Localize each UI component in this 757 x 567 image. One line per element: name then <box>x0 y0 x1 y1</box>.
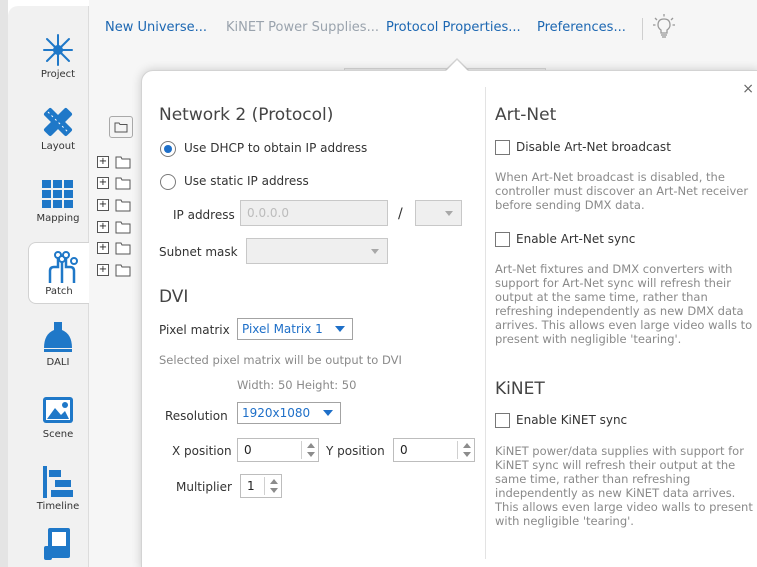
sidebar-item-timeline[interactable]: Timeline <box>22 458 94 518</box>
sidebar-item-label: Scene <box>42 429 74 440</box>
pixel-matrix-dropdown[interactable]: Pixel Matrix 1 <box>237 318 353 340</box>
sidebar-item-label: Timeline <box>36 501 80 512</box>
menu-kinet-power-supplies: KiNET Power Supplies... <box>226 20 379 35</box>
pixel-matrix-size: Width: 50 Height: 50 <box>237 378 357 392</box>
enable-artnet-sync-checkbox[interactable] <box>495 232 510 247</box>
tree-row[interactable]: + <box>97 219 137 235</box>
sidebar-item-label: Layout <box>41 141 75 152</box>
sidebar-item-label: DALI <box>46 357 70 368</box>
sidebar-item-scene[interactable]: Scene <box>22 386 94 446</box>
device-icon <box>44 528 70 560</box>
disable-artnet-broadcast-label[interactable]: Disable Art-Net broadcast <box>516 140 671 154</box>
sidebar: Project Layout Mapping Patch DALI Scene … <box>8 6 95 567</box>
static-ip-label[interactable]: Use static IP address <box>184 174 309 188</box>
y-position-stepper[interactable]: 0 <box>393 438 475 462</box>
patch-icon <box>48 251 78 283</box>
enable-kinet-sync-checkbox[interactable] <box>495 413 510 428</box>
pixel-matrix-label: Pixel matrix <box>159 323 230 337</box>
prefix-combo[interactable] <box>415 200 462 226</box>
ip-address-field[interactable]: 0.0.0.0 <box>240 200 388 226</box>
sidebar-item-label: Project <box>40 69 76 80</box>
sidebar-item-mapping[interactable]: Mapping <box>22 170 94 230</box>
close-icon[interactable]: × <box>742 81 754 97</box>
dvi-output-note: Selected pixel matrix will be output to … <box>159 353 402 367</box>
mapping-icon <box>42 180 73 208</box>
disable-artnet-broadcast-checkbox[interactable] <box>495 140 510 155</box>
dhcp-radio[interactable] <box>160 141 176 157</box>
subnet-mask-combo[interactable] <box>246 238 388 264</box>
tree-row[interactable]: + <box>97 175 137 191</box>
resolution-dropdown[interactable]: 1920x1080 <box>237 402 341 424</box>
artnet-sync-note: Art-Net fixtures and DMX converters with… <box>495 262 753 346</box>
menu-protocol-properties[interactable]: Protocol Properties... <box>386 20 521 35</box>
scene-icon <box>43 397 73 423</box>
dvi-title: DVI <box>159 287 189 307</box>
project-icon <box>43 34 73 66</box>
sidebar-item-patch[interactable]: Patch <box>28 242 95 304</box>
window-edge <box>0 0 8 567</box>
sidebar-item-label: Mapping <box>36 213 80 224</box>
network-title: Network 2 (Protocol) <box>159 105 334 125</box>
multiplier-stepper[interactable]: 1 <box>240 474 282 498</box>
menu-preferences[interactable]: Preferences... <box>537 20 626 35</box>
app-window: Project Layout Mapping Patch DALI Scene … <box>0 0 757 567</box>
subnet-mask-label: Subnet mask <box>159 245 238 259</box>
sidebar-item-project[interactable]: Project <box>22 26 94 86</box>
menu-new-universe[interactable]: New Universe... <box>105 20 207 35</box>
ip-separator: / <box>398 206 403 222</box>
y-position-label: Y position <box>326 444 385 458</box>
enable-kinet-sync-label[interactable]: Enable KiNET sync <box>516 413 627 427</box>
multiplier-label: Multiplier <box>176 480 232 494</box>
static-ip-radio[interactable] <box>160 174 176 190</box>
ip-address-label: IP address <box>173 208 235 222</box>
timeline-icon <box>43 466 73 498</box>
sidebar-item-dali[interactable]: DALI <box>22 314 94 374</box>
dhcp-label[interactable]: Use DHCP to obtain IP address <box>184 141 367 155</box>
tree-row[interactable]: + <box>97 240 137 256</box>
tree-row[interactable]: + <box>97 262 137 278</box>
artnet-title: Art-Net <box>495 105 557 125</box>
lightbulb-icon[interactable] <box>653 14 675 44</box>
dali-icon <box>44 322 72 352</box>
tree-row[interactable]: + <box>97 197 137 213</box>
resolution-label: Resolution <box>165 409 228 423</box>
sidebar-item-device[interactable] <box>22 520 94 567</box>
kinet-title: KiNET <box>495 379 545 399</box>
kinet-sync-note: KiNET power/data supplies with support f… <box>495 444 753 528</box>
popover-pointer-fill <box>445 60 469 72</box>
column-divider <box>485 87 486 559</box>
protocol-properties-popover: × Network 2 (Protocol) Use DHCP to obtai… <box>141 70 757 567</box>
artnet-broadcast-note: When Art-Net broadcast is disabled, the … <box>495 170 749 212</box>
enable-artnet-sync-label[interactable]: Enable Art-Net sync <box>516 232 635 246</box>
layout-icon <box>43 107 73 137</box>
menu-separator <box>642 18 643 40</box>
x-position-label: X position <box>172 444 232 458</box>
sidebar-item-label: Patch <box>45 286 73 297</box>
folder-button[interactable] <box>109 116 133 138</box>
tree-row[interactable]: + <box>97 154 137 170</box>
x-position-stepper[interactable]: 0 <box>237 438 319 462</box>
sidebar-item-layout[interactable]: Layout <box>22 98 94 158</box>
